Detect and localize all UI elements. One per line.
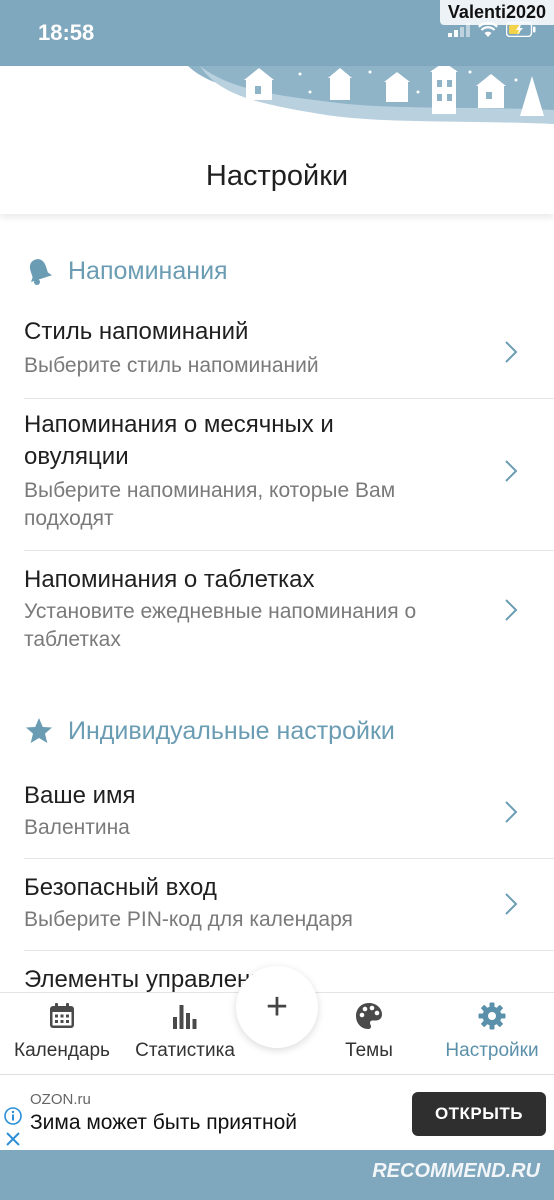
settings-row-secure-login[interactable]: Безопасный вход Выберите PIN-код для кал…	[0, 870, 554, 950]
chevron-right-icon	[505, 801, 518, 823]
section-header-reminders: Напоминания	[24, 256, 228, 286]
row-title-line1: Напоминания о месячных и	[24, 411, 334, 438]
nav-calendar[interactable]: Календарь	[10, 1001, 114, 1062]
bar-chart-icon	[173, 1005, 197, 1029]
ad-open-button[interactable]: ОТКРЫТЬ	[412, 1092, 546, 1136]
row-title: Стиль напоминаний	[24, 318, 249, 345]
chevron-right-icon	[505, 460, 518, 482]
settings-row-period-ovulation[interactable]: Напоминания о месячных и овуляции Выбери…	[0, 409, 554, 549]
page-title: Настройки	[205, 160, 349, 192]
ad-source: OZON.ru	[30, 1091, 91, 1108]
section-header-personal-settings: Индивидуальные настройки	[24, 716, 395, 746]
nav-label: Темы	[345, 1040, 393, 1061]
nav-label: Календарь	[14, 1040, 110, 1061]
divider	[24, 858, 554, 859]
nav-themes[interactable]: Темы	[330, 1001, 408, 1062]
watermark-site: RECOMMEND.RU	[372, 1160, 540, 1182]
row-subtitle: Выберите PIN-код для календаря	[24, 908, 353, 931]
ad-banner[interactable]: OZON.ru Зима может быть приятной ОТКРЫТЬ	[0, 1074, 554, 1150]
status-bar: 18:58 Valenti2020	[0, 0, 554, 66]
chevron-right-icon	[505, 599, 518, 621]
row-subtitle: Валентина	[24, 816, 130, 839]
row-subtitle-line2: таблетках	[24, 628, 121, 651]
settings-row-reminder-style[interactable]: Стиль напоминаний Выберите стиль напомин…	[0, 314, 554, 398]
divider	[24, 950, 554, 951]
info-icon[interactable]	[4, 1107, 22, 1125]
row-subtitle-line1: Установите ежедневные напоминания о	[24, 600, 417, 623]
close-icon[interactable]	[5, 1131, 21, 1147]
nav-label: Статистика	[135, 1040, 235, 1061]
divider	[24, 398, 554, 399]
status-time: 18:58	[38, 20, 95, 45]
section-label: Индивидуальные настройки	[68, 716, 395, 745]
row-title: Ваше имя	[24, 782, 136, 809]
calendar-icon	[50, 1003, 74, 1028]
row-title: Напоминания о таблетках	[24, 566, 315, 593]
settings-row-your-name[interactable]: Ваше имя Валентина	[0, 778, 554, 858]
row-subtitle: Выберите стиль напоминаний	[24, 354, 319, 377]
winter-village-illustration	[160, 66, 554, 124]
nav-settings[interactable]: Настройки	[436, 1001, 548, 1062]
row-subtitle-line1: Выберите напоминания, которые Вам	[24, 479, 396, 502]
row-title-line2: овуляции	[24, 443, 129, 470]
row-title: Безопасный вход	[24, 874, 217, 901]
footer-bar: RECOMMEND.RU	[0, 1150, 554, 1200]
section-label: Напоминания	[68, 256, 228, 285]
header: Настройки	[0, 66, 554, 214]
row-subtitle-line2: подходят	[24, 507, 114, 530]
chevron-right-icon	[505, 893, 518, 915]
nav-statistics[interactable]: Статистика	[130, 1001, 240, 1062]
plus-icon: +	[265, 986, 289, 1028]
bell-icon	[30, 259, 52, 285]
gear-icon	[478, 1002, 506, 1030]
star-icon	[26, 718, 52, 743]
divider	[24, 550, 554, 551]
watermark-user: Valenti2020	[439, 0, 554, 25]
palette-icon	[356, 1003, 382, 1029]
ad-text: Зима может быть приятной	[30, 1111, 298, 1134]
chevron-right-icon	[505, 341, 518, 363]
settings-row-pill-reminders[interactable]: Напоминания о таблетках Установите ежедн…	[0, 562, 554, 662]
nav-label: Настройки	[445, 1040, 539, 1061]
add-button[interactable]: +	[236, 966, 318, 1048]
